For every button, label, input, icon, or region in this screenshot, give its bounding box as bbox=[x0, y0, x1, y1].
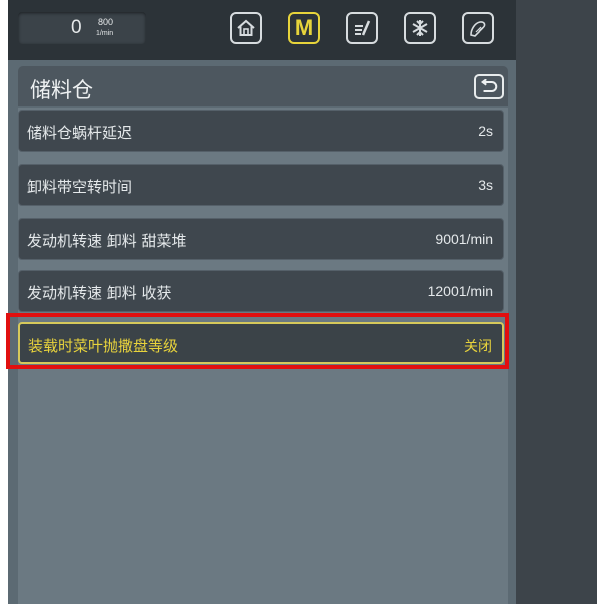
back-button[interactable] bbox=[474, 74, 504, 99]
item-label: 卸料带空转时间 bbox=[27, 178, 133, 196]
panel-header: 储料仓 bbox=[18, 66, 508, 106]
settings-list-icon bbox=[355, 20, 371, 36]
list-item[interactable]: 卸料带空转时间 3s bbox=[18, 164, 504, 206]
snowflake-button[interactable] bbox=[404, 12, 436, 44]
hand-button[interactable] bbox=[462, 12, 494, 44]
item-value: 9001/min bbox=[435, 231, 493, 247]
back-icon bbox=[480, 79, 498, 93]
side-panel bbox=[516, 0, 597, 604]
item-label: 发动机转速 卸料 收获 bbox=[27, 284, 172, 302]
list-item[interactable]: 发动机转速 卸料 收获 12001/min bbox=[18, 270, 504, 312]
page-title: 储料仓 bbox=[30, 78, 93, 102]
manual-mode-button[interactable]: M bbox=[288, 12, 320, 44]
item-value: 3s bbox=[478, 177, 493, 193]
item-label: 发动机转速 卸料 甜菜堆 bbox=[27, 232, 187, 250]
list-item[interactable]: 储料仓蜗杆延迟 2s bbox=[18, 110, 504, 152]
item-label: 储料仓蜗杆延迟 bbox=[27, 124, 133, 142]
home-icon bbox=[237, 19, 255, 36]
rpm-target: 800 bbox=[98, 17, 114, 27]
rpm-value: 0 bbox=[71, 17, 82, 38]
hand-icon bbox=[470, 21, 486, 37]
snowflake-icon bbox=[412, 20, 428, 36]
machine-display: 0 800 1/min M 储料仓 储料仓蜗杆延迟 2s 卸料带空转时间 3s … bbox=[8, 0, 516, 604]
engine-rpm-display: 0 800 1/min bbox=[18, 12, 146, 44]
top-toolbar: 0 800 1/min M bbox=[8, 0, 516, 60]
item-value: 2s bbox=[478, 123, 493, 139]
home-button[interactable] bbox=[230, 12, 262, 44]
item-value: 12001/min bbox=[427, 283, 493, 299]
settings-list-button[interactable] bbox=[346, 12, 378, 44]
selection-highlight-box bbox=[6, 313, 509, 369]
manual-mode-icon: M bbox=[294, 15, 314, 40]
list-item[interactable]: 发动机转速 卸料 甜菜堆 9001/min bbox=[18, 218, 504, 260]
rpm-unit: 1/min bbox=[96, 30, 114, 37]
